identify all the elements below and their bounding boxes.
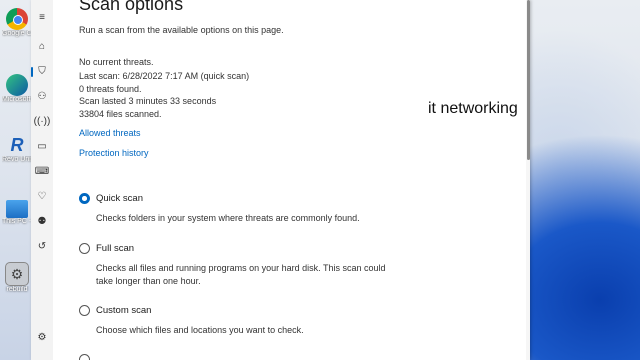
shield-icon[interactable]: ⛉ xyxy=(31,65,49,79)
laptop-icon[interactable]: ⌨ xyxy=(35,165,49,179)
revo-icon: R xyxy=(10,135,24,155)
settings-icon[interactable]: ⚙ xyxy=(35,331,49,345)
scan-options-page: Scan options Run a scan from the availab… xyxy=(79,0,509,360)
video-overlay-text: it networking xyxy=(426,100,520,118)
desktop-icon-rebuild[interactable]: ⚙ rebuild xyxy=(2,262,32,294)
chrome-icon xyxy=(6,8,28,30)
page-title: Scan options xyxy=(79,0,184,14)
pc-icon xyxy=(6,200,28,218)
family-icon[interactable]: ⚉ xyxy=(35,215,49,229)
custom-scan-description: Choose which files and locations you wan… xyxy=(96,325,304,335)
scrollbar-thumb[interactable] xyxy=(527,0,530,160)
desktop-icon-chrome[interactable]: Google Chrome xyxy=(2,8,32,38)
custom-scan-radio[interactable] xyxy=(79,305,90,316)
edge-icon xyxy=(6,74,28,96)
scan-duration: Scan lasted 3 minutes 33 seconds xyxy=(79,96,217,106)
nav-rail: ≡ ⌂ ⛉ ⚇ ((·)) ▭ ⌨ ♡ ⚉ ↺ ⚙ xyxy=(31,0,53,360)
home-icon[interactable]: ⌂ xyxy=(35,40,49,54)
scrollbar[interactable] xyxy=(526,0,530,360)
full-scan-radio[interactable] xyxy=(79,243,90,254)
threat-status: No current threats. xyxy=(79,57,154,67)
offline-scan-radio[interactable] xyxy=(79,354,90,360)
quick-scan-radio[interactable] xyxy=(79,193,90,204)
heart-icon[interactable]: ♡ xyxy=(35,190,49,204)
full-scan-description: Checks all files and running programs on… xyxy=(96,263,386,286)
last-scan: Last scan: 6/28/2022 7:17 AM (quick scan… xyxy=(79,71,250,81)
desktop-icon-label: rebuild xyxy=(6,286,28,293)
history-icon[interactable]: ↺ xyxy=(35,240,49,254)
menu-icon[interactable]: ≡ xyxy=(35,11,49,25)
allowed-threats-link[interactable]: Allowed threats xyxy=(79,128,141,138)
files-scanned: 33804 files scanned. xyxy=(79,109,162,119)
security-window: ≡ ⌂ ⛉ ⚇ ((·)) ▭ ⌨ ♡ ⚉ ↺ ⚙ Scan options R… xyxy=(31,0,530,360)
page-subtitle: Run a scan from the available options on… xyxy=(79,25,284,35)
threats-found: 0 threats found. xyxy=(79,84,142,94)
gear-app-icon: ⚙ xyxy=(5,262,29,286)
app-browser-icon[interactable]: ▭ xyxy=(35,140,49,154)
full-scan-label[interactable]: Full scan xyxy=(96,243,134,254)
desktop-icon-label: Revo Uninstaller xyxy=(2,156,32,163)
desktop-icon-this-pc[interactable]: This PC - Shortcut xyxy=(2,200,32,226)
desktop-icon-label: Google Chrome xyxy=(2,30,32,37)
person-icon[interactable]: ⚇ xyxy=(35,90,49,104)
desktop-icons: Google Chrome Microsoft Edge R Revo Unin… xyxy=(0,0,32,360)
desktop-icon-edge[interactable]: Microsoft Edge xyxy=(2,74,32,104)
desktop-icon-label: This PC - Shortcut xyxy=(2,218,32,225)
quick-scan-label[interactable]: Quick scan xyxy=(96,193,143,204)
desktop-icon-revo[interactable]: R Revo Uninstaller xyxy=(2,134,32,164)
custom-scan-label[interactable]: Custom scan xyxy=(96,305,151,316)
wifi-icon[interactable]: ((·)) xyxy=(34,115,51,129)
quick-scan-description: Checks folders in your system where thre… xyxy=(96,213,360,223)
protection-history-link[interactable]: Protection history xyxy=(79,148,149,158)
desktop-icon-label: Microsoft Edge xyxy=(2,96,32,103)
